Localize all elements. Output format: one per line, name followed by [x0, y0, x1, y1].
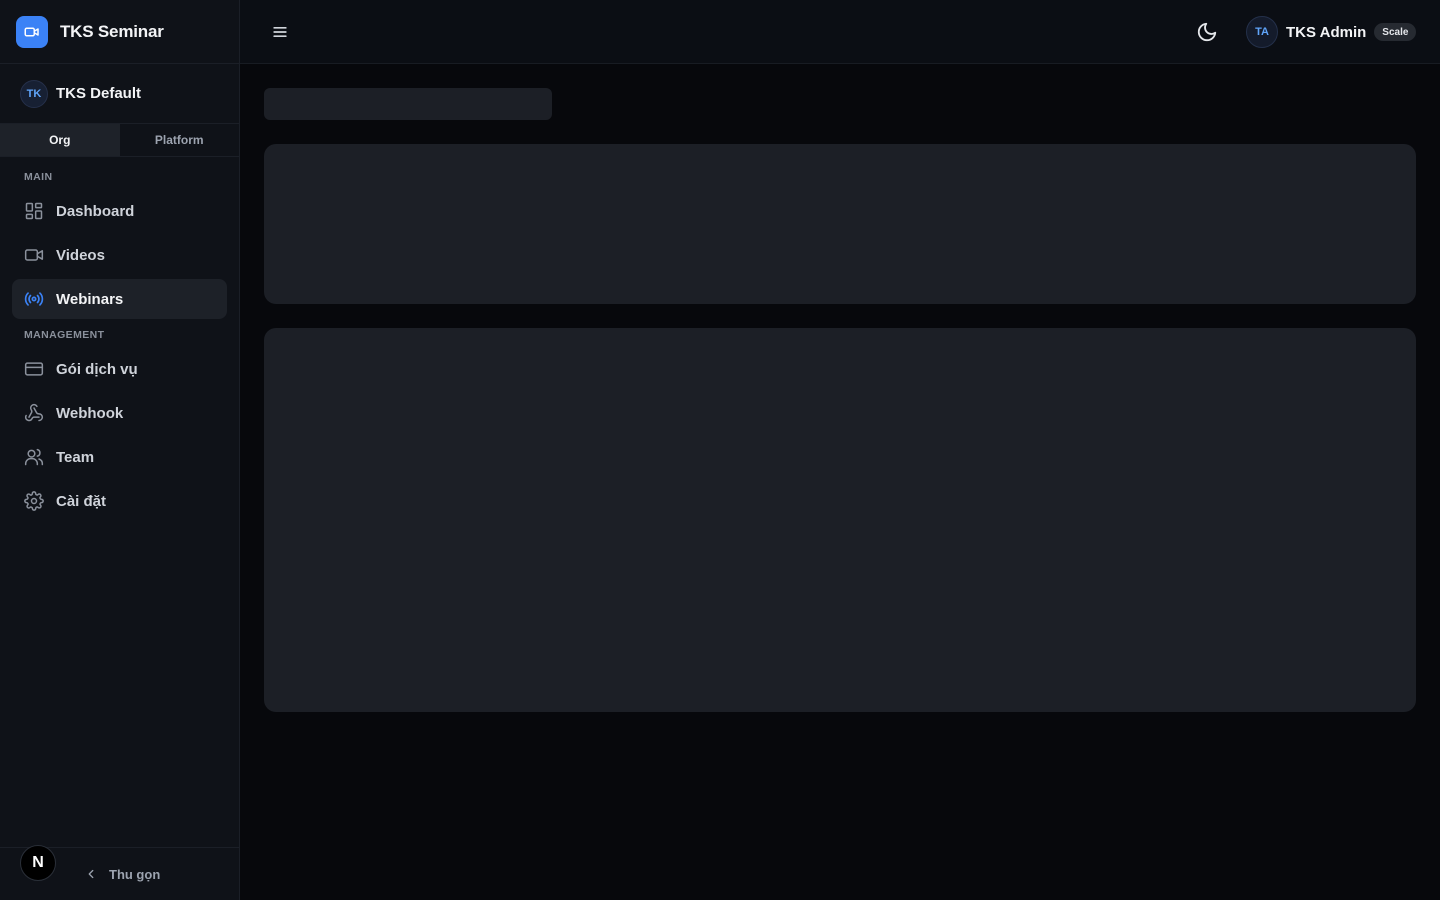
sidebar-footer: N Thu gọn — [0, 845, 239, 900]
sidebar-item-settings[interactable]: Cài đặt — [12, 481, 227, 521]
org-name: TKS Default — [56, 85, 142, 102]
chevron-left-icon — [84, 867, 98, 881]
credit-card-icon — [24, 359, 44, 379]
topbar: TA TKS Admin Scale — [240, 0, 1440, 64]
avatar: TA — [1246, 16, 1278, 48]
webhook-icon — [24, 403, 44, 423]
sidebar-item-label: Cài đặt — [56, 492, 107, 510]
section-label-management: MANAGEMENT — [24, 329, 105, 341]
users-icon — [24, 447, 44, 467]
app-root: TKS Seminar TK TKS Default Org Platform … — [0, 0, 1440, 900]
sidebar-item-label: Videos — [56, 246, 105, 264]
broadcast-icon — [24, 289, 44, 309]
grid-icon — [24, 201, 44, 221]
nav-main: Dashboard Videos Webinars — [0, 187, 239, 319]
sidebar-item-plans[interactable]: Gói dịch vụ — [12, 349, 227, 389]
sidebar-item-webhook[interactable]: Webhook — [12, 393, 227, 433]
video-camera-icon — [16, 15, 48, 48]
collapse-label: Thu gọn — [109, 866, 161, 882]
nav-management: Gói dịch vụ Webhook Team Cài đặt — [0, 345, 239, 521]
sidebar-item-videos[interactable]: Videos — [12, 235, 227, 275]
user-menu[interactable]: TA TKS Admin Scale — [1246, 16, 1417, 48]
sidebar-item-team[interactable]: Team — [12, 437, 227, 477]
brand[interactable]: TKS Seminar — [0, 0, 239, 64]
brand-title: TKS Seminar — [60, 21, 164, 41]
skeleton-card — [264, 144, 1416, 304]
sidebar-item-dashboard[interactable]: Dashboard — [12, 191, 227, 231]
user-name: TKS Admin — [1286, 23, 1367, 41]
main-content — [240, 64, 1440, 900]
org-avatar: TK — [20, 79, 48, 108]
moon-icon[interactable] — [1196, 21, 1218, 43]
org-switcher[interactable]: TK TKS Default — [0, 64, 239, 124]
scope-toggle: Org Platform — [0, 124, 239, 157]
sidebar-item-label: Dashboard — [56, 202, 135, 220]
plan-badge: Scale — [1374, 23, 1417, 41]
section-label-main: MAIN — [24, 171, 53, 183]
menu-icon[interactable] — [270, 22, 290, 42]
sidebar-item-label: Webhook — [56, 404, 124, 422]
scope-tab-platform[interactable]: Platform — [120, 124, 240, 156]
video-icon — [24, 245, 44, 265]
sidebar: TKS Seminar TK TKS Default Org Platform … — [0, 0, 240, 900]
sidebar-item-label: Webinars — [56, 290, 124, 308]
sidebar-item-label: Team — [56, 448, 95, 466]
skeleton-card — [264, 328, 1416, 712]
gear-icon — [24, 491, 44, 511]
sidebar-item-webinars[interactable]: Webinars — [12, 279, 227, 319]
scope-tab-org[interactable]: Org — [0, 124, 120, 156]
sidebar-item-label: Gói dịch vụ — [56, 360, 138, 378]
collapse-button[interactable]: Thu gọn — [84, 864, 160, 884]
skeleton-title — [264, 88, 552, 120]
n-badge[interactable]: N — [20, 845, 56, 881]
